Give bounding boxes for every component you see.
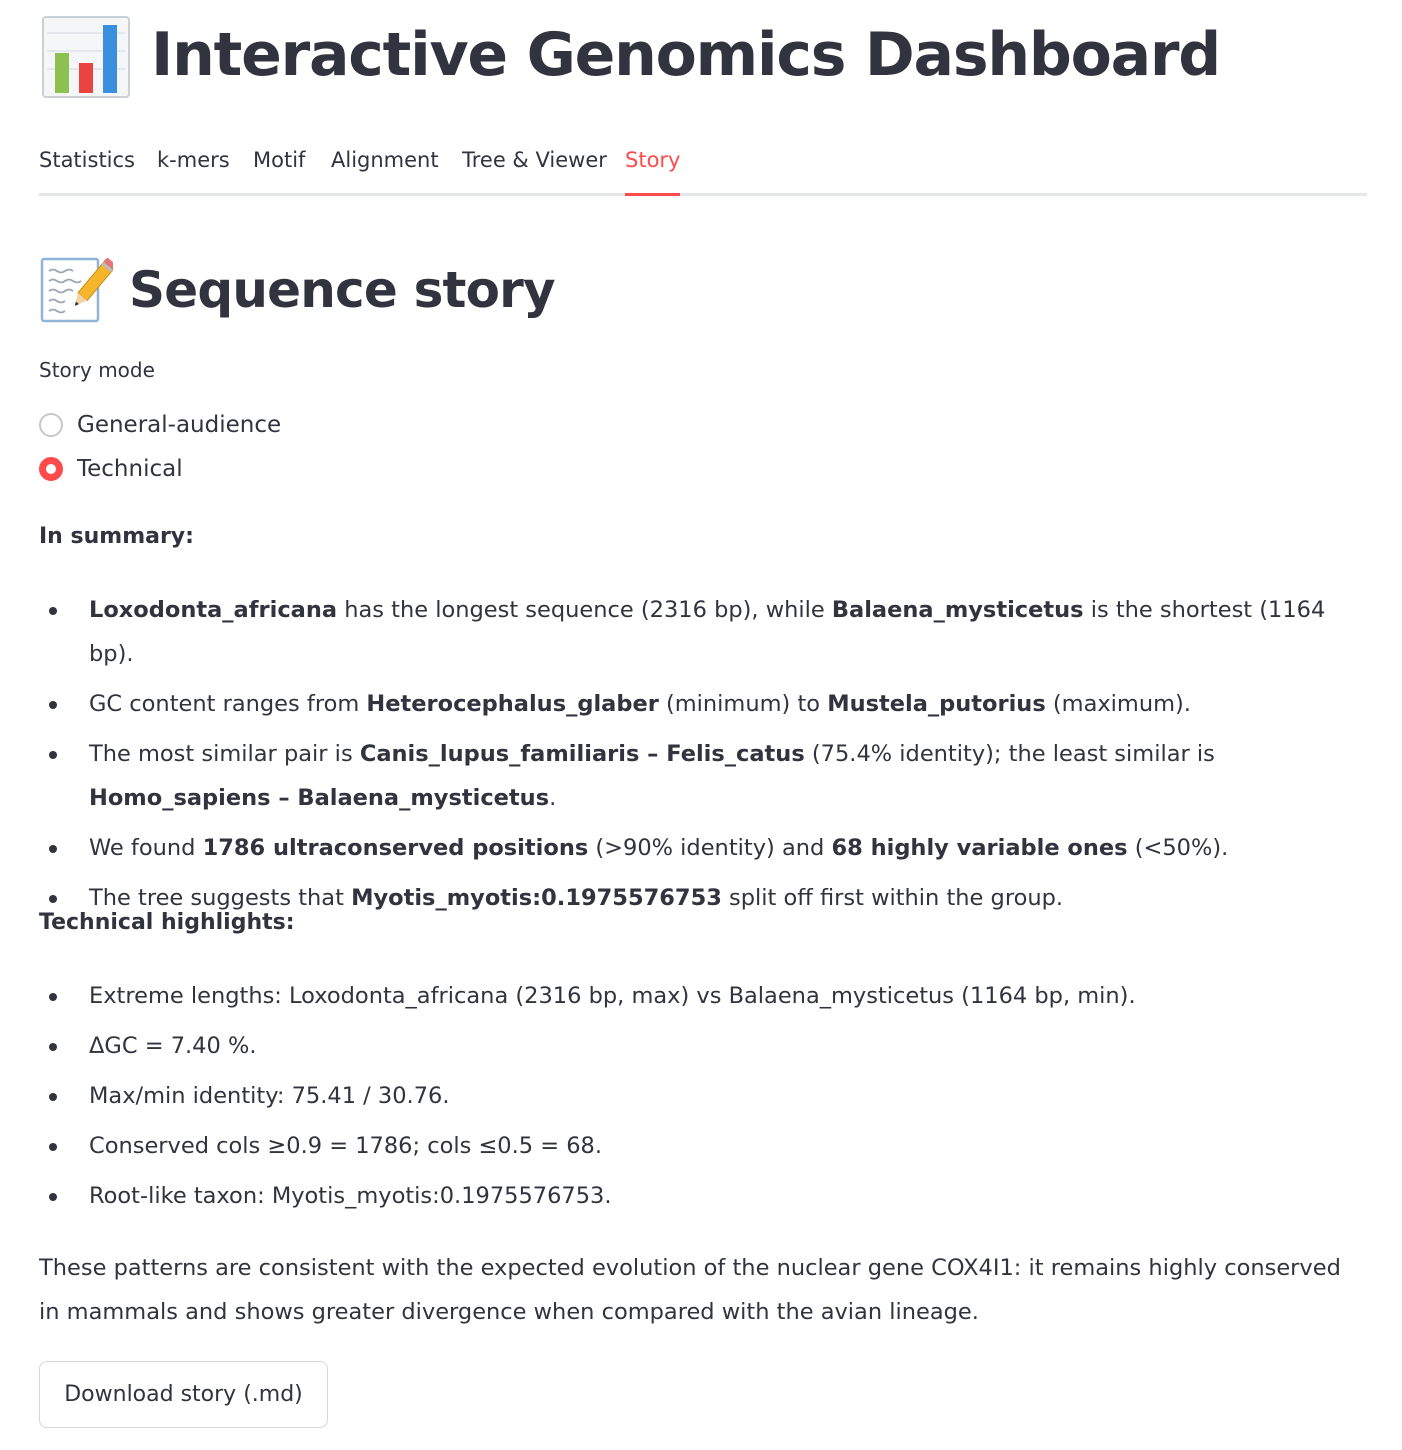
- memo-pencil-icon: [40, 257, 113, 323]
- summary-heading: In summary:: [39, 524, 194, 549]
- list-item: Conserved cols ≥0.9 = 1786; cols ≤0.5 = …: [39, 1124, 1367, 1168]
- app-title: Interactive Genomics Dashboard: [151, 20, 1221, 90]
- tab-k-mers[interactable]: k-mers: [157, 134, 230, 190]
- download-story-button[interactable]: Download story (.md): [39, 1361, 328, 1428]
- tab-bar: Statistics k-mers Motif Alignment Tree &…: [39, 134, 1367, 196]
- tab-motif[interactable]: Motif: [253, 134, 305, 190]
- story-mode-label: Story mode: [39, 358, 155, 382]
- list-item: Max/min identity: 75.41 / 30.76.: [39, 1074, 1367, 1118]
- radio-option-label: General-audience: [77, 412, 282, 438]
- tab-tree-viewer[interactable]: Tree & Viewer: [462, 134, 607, 190]
- list-item: Extreme lengths: Loxodonta_africana (231…: [39, 974, 1367, 1018]
- app-header: Interactive Genomics Dashboard: [39, 0, 1221, 110]
- conclusion-paragraph: These patterns are consistent with the e…: [39, 1255, 1341, 1325]
- radio-circle-unselected[interactable]: [39, 413, 63, 437]
- tab-alignment[interactable]: Alignment: [331, 134, 439, 190]
- summary-list: Loxodonta_africana has the longest seque…: [39, 588, 1367, 926]
- radio-circle-selected[interactable]: [39, 457, 63, 481]
- list-item: Loxodonta_africana has the longest seque…: [39, 588, 1367, 676]
- radio-general-audience[interactable]: General-audience: [39, 408, 281, 442]
- bar-chart-icon: [42, 16, 130, 98]
- radio-option-label: Technical: [77, 456, 183, 482]
- technical-heading: Technical highlights:: [39, 910, 295, 935]
- list-item: The most similar pair is Canis_lupus_fam…: [39, 732, 1367, 820]
- technical-list: Extreme lengths: Loxodonta_africana (231…: [39, 974, 1367, 1224]
- radio-technical[interactable]: Technical: [39, 452, 183, 486]
- list-item: We found 1786 ultraconserved positions (…: [39, 826, 1367, 870]
- list-item: ΔGC = 7.40 %.: [39, 1024, 1367, 1068]
- section-header: Sequence story: [39, 250, 556, 330]
- list-item: GC content ranges from Heterocephalus_gl…: [39, 682, 1367, 726]
- section-title: Sequence story: [129, 261, 556, 319]
- tab-bar-divider: [39, 193, 1367, 196]
- tab-statistics[interactable]: Statistics: [39, 134, 135, 190]
- tab-story[interactable]: Story: [625, 134, 681, 196]
- list-item: Root-like taxon: Myotis_myotis:0.1975576…: [39, 1174, 1367, 1218]
